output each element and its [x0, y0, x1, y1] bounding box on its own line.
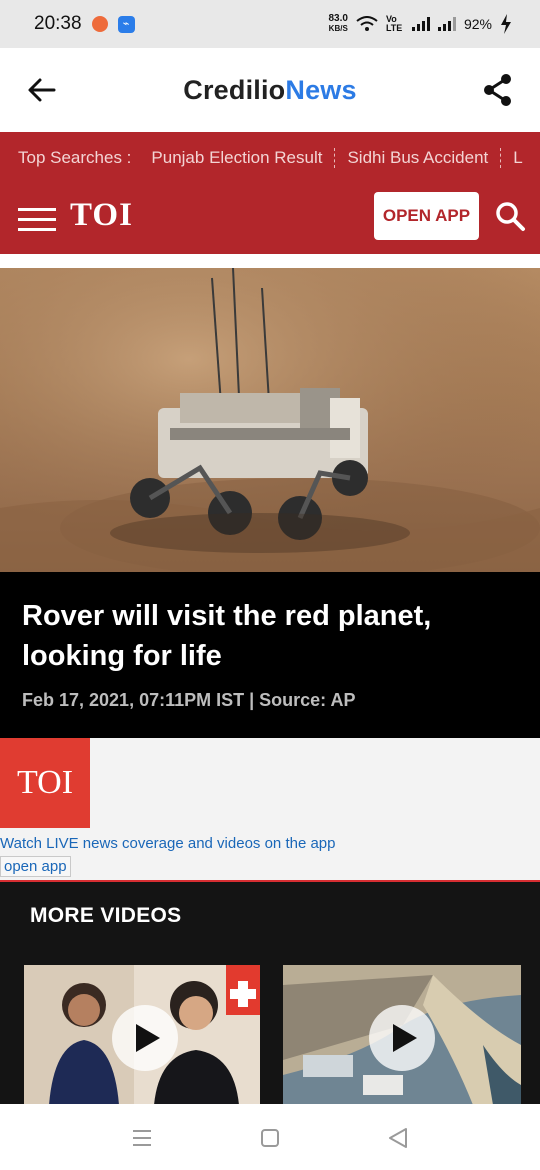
wifi-icon [356, 16, 378, 31]
video-thumbnail[interactable] [24, 965, 260, 1105]
brand-title: CredilioNews [183, 75, 356, 106]
network-speed-unit: KB/S [328, 24, 348, 33]
video-info: Rover will visit the red planet, looking… [0, 572, 540, 738]
more-videos-section: MORE VIDEOS [0, 882, 540, 1105]
share-icon[interactable] [480, 72, 516, 108]
recent-apps-icon[interactable] [130, 1126, 154, 1150]
back-icon[interactable] [386, 1126, 410, 1150]
back-arrow-icon[interactable] [24, 72, 60, 108]
open-app-button[interactable]: OPEN APP [374, 192, 479, 240]
brand-name: Credilio [183, 74, 286, 105]
open-app-link[interactable]: open app [0, 856, 71, 877]
notification-app-icon [91, 16, 108, 32]
usb-icon: ⌁ [117, 15, 135, 33]
top-searches-label: Top Searches : [18, 148, 132, 167]
more-videos-title: MORE VIDEOS [30, 904, 182, 927]
battery-percentage: 92% [463, 16, 492, 32]
search-icon[interactable] [494, 200, 526, 232]
app-header: CredilioNews [0, 48, 540, 132]
toi-app-promo: TOI Watch LIVE news coverage and videos … [0, 738, 540, 882]
home-icon[interactable] [258, 1126, 282, 1150]
signal-icon-2 [437, 17, 456, 31]
video-headline: Rover will visit the red planet, looking… [22, 600, 432, 672]
brand-accent: News [285, 74, 357, 105]
video-thumbnail[interactable] [283, 965, 521, 1105]
spacer [0, 254, 540, 268]
top-search-item[interactable]: Sidhi Bus Accident [335, 148, 502, 168]
promo-text[interactable]: Watch LIVE news coverage and videos on t… [0, 835, 336, 852]
hamburger-menu-icon[interactable] [18, 204, 58, 232]
play-icon[interactable] [112, 1005, 178, 1071]
health-badge-icon [226, 965, 260, 1015]
video-player[interactable] [0, 268, 540, 572]
network-speed-value: 83.0 [328, 13, 348, 24]
network-speed: 83.0 KB/S [329, 14, 348, 34]
top-search-item[interactable]: L [501, 148, 534, 168]
volte-label: Vo LTE [385, 14, 403, 33]
signal-icon [411, 17, 430, 31]
status-bar-left: 20:38 ⌁ [34, 13, 135, 35]
toi-logo[interactable]: TOI [70, 197, 133, 234]
battery-charging-icon [501, 14, 511, 34]
top-search-item[interactable]: Punjab Election Result [139, 148, 336, 168]
system-nav-bar [0, 1104, 540, 1170]
toi-promo-logo: TOI [0, 738, 90, 828]
rover-image [0, 268, 540, 572]
play-icon[interactable] [369, 1005, 435, 1071]
status-time: 20:38 [34, 13, 82, 34]
video-meta: Feb 17, 2021, 07:11PM IST | Source: AP [22, 690, 356, 710]
top-searches-bar: Top Searches : Punjab Election Result Si… [0, 132, 540, 184]
status-bar: 20:38 ⌁ 83.0 KB/S Vo LTE 92% [0, 0, 540, 48]
status-bar-right: 83.0 KB/S Vo LTE 92% [329, 14, 513, 34]
